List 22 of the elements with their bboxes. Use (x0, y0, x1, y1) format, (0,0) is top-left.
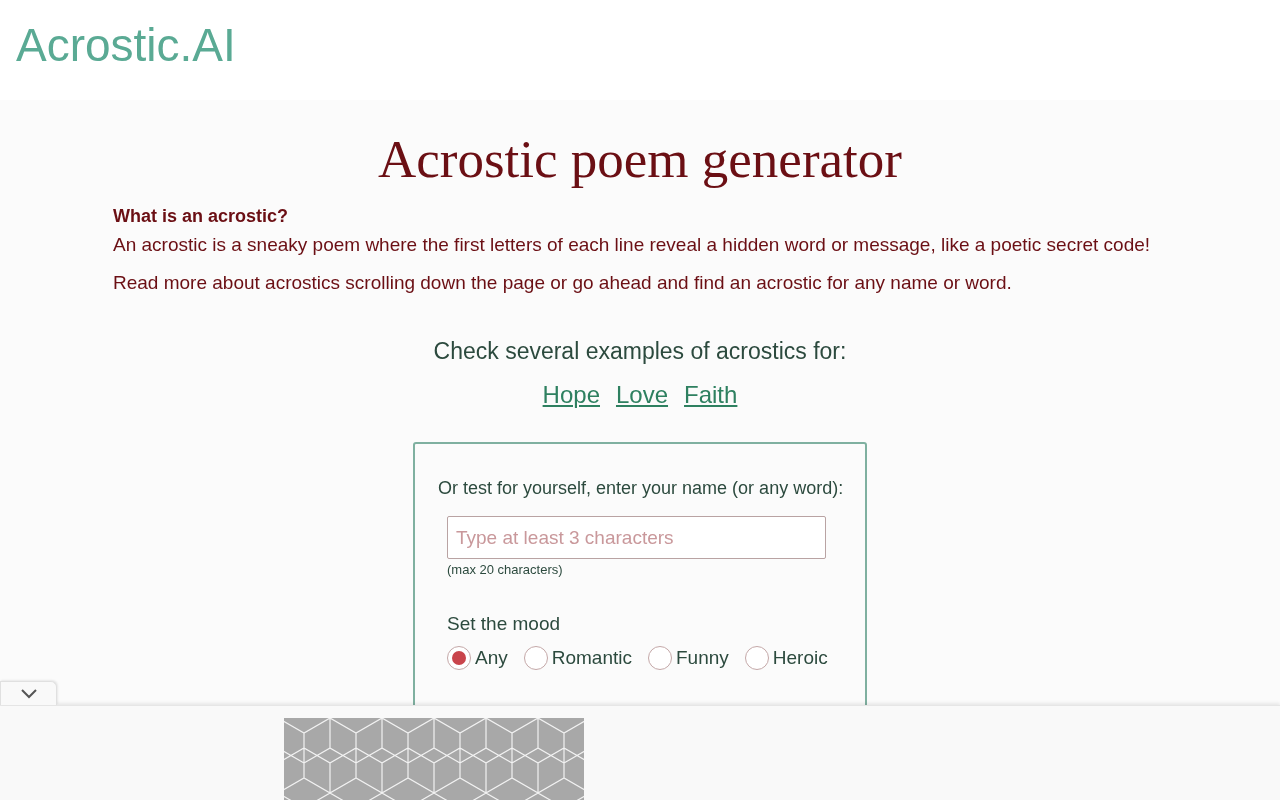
field-label: Or test for yourself, enter your name (or any word): (438, 477, 845, 500)
radio-button[interactable] (447, 646, 471, 670)
radio-button[interactable] (744, 646, 769, 670)
example-link[interactable]: Love (616, 380, 669, 410)
radio-button[interactable] (648, 646, 672, 670)
radio-button[interactable] (523, 646, 548, 670)
chevron-down-icon (20, 688, 37, 699)
radio-label[interactable]: Romantic (551, 645, 632, 671)
name-input-field[interactable]: Type at least 3 characters (447, 516, 826, 559)
collapse-button[interactable] (0, 681, 57, 705)
radio-label[interactable]: Heroic (772, 645, 828, 671)
intro-paragraph: Read more about acrostics scrolling down the page or go ahead and find an acrostic for any name or word. (113, 271, 1013, 295)
mood-label: Set the mood (447, 612, 562, 636)
page-title: Acrostic poem generator (377, 129, 903, 190)
examples-prompt: Check several examples of acrostics for: (432, 337, 848, 366)
radio-label[interactable]: Funny (676, 645, 729, 671)
radio-label[interactable]: Any (475, 645, 508, 671)
section-heading: What is an acrostic? (113, 205, 290, 228)
field-hint: (max 20 characters) (447, 561, 564, 579)
example-link[interactable]: Faith (684, 380, 738, 410)
intro-paragraph: An acrostic is a sneaky poem where the first letters of each line reveal a hidden word or message, like a poetic secret code! (113, 233, 1152, 257)
example-link[interactable]: Hope (542, 380, 600, 410)
